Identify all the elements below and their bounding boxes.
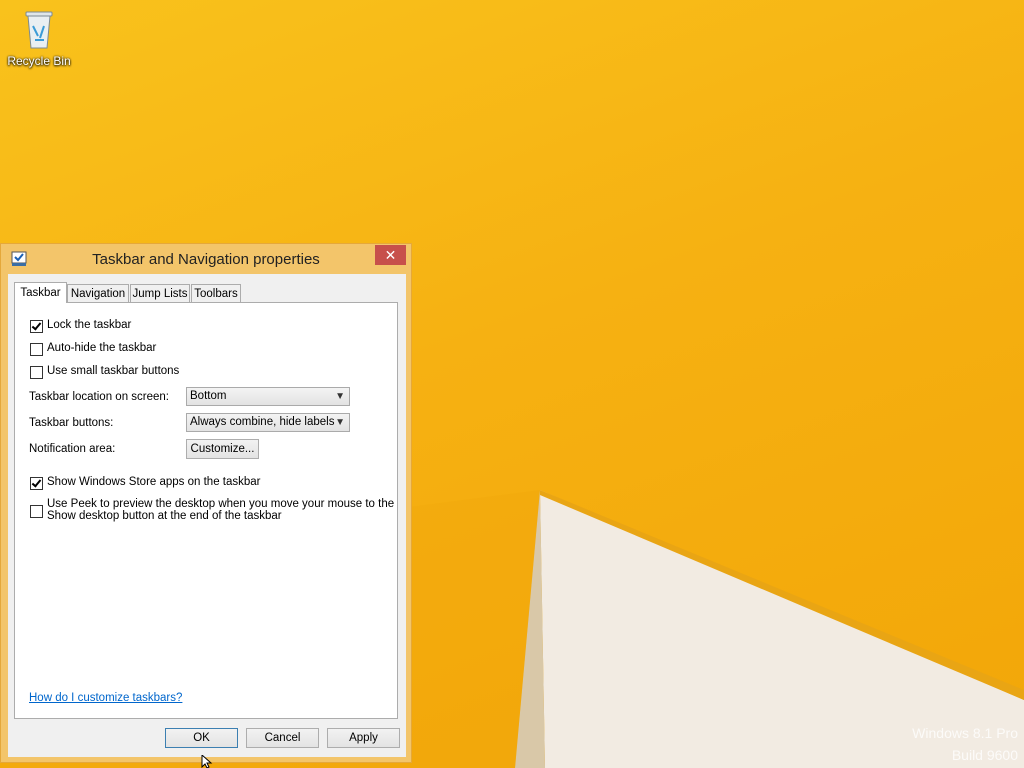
location-label: Taskbar location on screen: [29,391,169,403]
help-link[interactable]: How do I customize taskbars? [29,692,182,704]
windows-watermark: Windows 8.1 Pro Build 9600 [912,722,1018,766]
taskbar-buttons-value: Always combine, hide labels [190,416,335,428]
taskbar-properties-window: Taskbar and Navigation properties ✕ Task… [0,243,412,763]
taskbar-buttons-select[interactable]: Always combine, hide labels ▼ [186,413,350,432]
tab-taskbar[interactable]: Taskbar [14,282,67,303]
small-buttons-checkbox[interactable] [30,366,43,379]
mouse-pointer-icon [201,755,213,768]
dialog-client: Taskbar Navigation Jump Lists Toolbars L… [8,274,406,757]
store-apps-checkbox[interactable] [30,477,43,490]
location-select[interactable]: Bottom ▼ [186,387,350,406]
window-title: Taskbar and Navigation properties [92,251,320,268]
chevron-down-icon: ▼ [335,417,345,428]
peek-label: Use Peek to preview the desktop when you… [47,498,394,522]
store-apps-label: Show Windows Store apps on the taskbar [47,476,261,488]
title-bar[interactable]: Taskbar and Navigation properties ✕ [1,244,411,274]
peek-label-line2: Show desktop button at the end of the ta… [47,510,282,522]
tab-toolbars[interactable]: Toolbars [191,284,241,302]
auto-hide-checkbox[interactable] [30,343,43,356]
peek-checkbox[interactable] [30,505,43,518]
watermark-edition: Windows 8.1 Pro [912,725,1018,741]
auto-hide-option[interactable]: Auto-hide the taskbar [30,342,156,356]
store-apps-option[interactable]: Show Windows Store apps on the taskbar [30,476,261,490]
lock-taskbar-label: Lock the taskbar [47,319,132,331]
close-button[interactable]: ✕ [375,245,406,265]
location-value: Bottom [190,390,227,402]
recycle-bin-icon [25,11,53,49]
tab-jump-lists[interactable]: Jump Lists [130,284,190,302]
apply-button[interactable]: Apply [327,728,400,748]
notification-area-label: Notification area: [29,443,116,455]
buttons-label: Taskbar buttons: [29,417,114,429]
watermark-build: Build 9600 [951,747,1018,763]
recycle-bin-shortcut[interactable]: Recycle Bin [4,6,74,68]
customize-button[interactable]: Customize... [186,439,259,459]
cancel-button[interactable]: Cancel [246,728,319,748]
small-buttons-option[interactable]: Use small taskbar buttons [30,365,179,379]
small-buttons-label: Use small taskbar buttons [47,365,180,377]
tab-navigation[interactable]: Navigation [67,284,129,302]
peek-label-line1: Use Peek to preview the desktop when you… [47,498,395,510]
chevron-down-icon: ▼ [335,391,345,402]
peek-option[interactable]: Use Peek to preview the desktop when you… [30,498,394,522]
taskbar-tab-panel: Lock the taskbar Auto-hide the taskbar U… [14,302,398,719]
auto-hide-label: Auto-hide the taskbar [47,342,157,354]
recycle-bin-label: Recycle Bin [7,54,71,68]
ok-button[interactable]: OK [165,728,238,748]
lock-taskbar-option[interactable]: Lock the taskbar [30,319,131,333]
lock-taskbar-checkbox[interactable] [30,320,43,333]
